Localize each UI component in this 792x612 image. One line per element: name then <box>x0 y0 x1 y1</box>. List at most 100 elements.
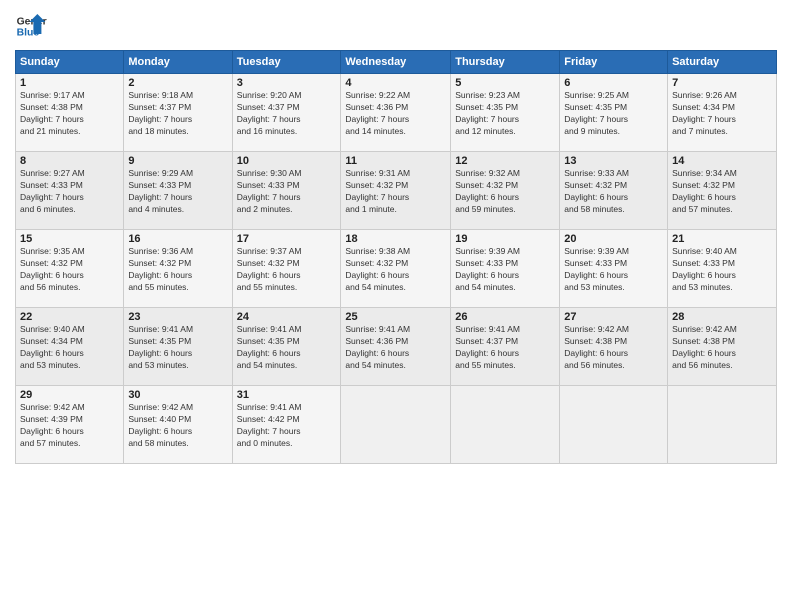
calendar-cell: 19Sunrise: 9:39 AMSunset: 4:33 PMDayligh… <box>451 230 560 308</box>
calendar-cell: 5Sunrise: 9:23 AMSunset: 4:35 PMDaylight… <box>451 74 560 152</box>
weekday-monday: Monday <box>124 51 232 74</box>
day-info: Sunrise: 9:31 AMSunset: 4:32 PMDaylight:… <box>345 168 446 216</box>
calendar-cell: 21Sunrise: 9:40 AMSunset: 4:33 PMDayligh… <box>668 230 777 308</box>
day-number: 31 <box>237 389 337 401</box>
day-info: Sunrise: 9:23 AMSunset: 4:35 PMDaylight:… <box>455 90 555 138</box>
day-number: 5 <box>455 77 555 89</box>
calendar-cell: 23Sunrise: 9:41 AMSunset: 4:35 PMDayligh… <box>124 308 232 386</box>
day-info: Sunrise: 9:38 AMSunset: 4:32 PMDaylight:… <box>345 246 446 294</box>
calendar-cell: 30Sunrise: 9:42 AMSunset: 4:40 PMDayligh… <box>124 386 232 464</box>
calendar-cell: 26Sunrise: 9:41 AMSunset: 4:37 PMDayligh… <box>451 308 560 386</box>
day-number: 25 <box>345 311 446 323</box>
calendar-week-2: 8Sunrise: 9:27 AMSunset: 4:33 PMDaylight… <box>16 152 777 230</box>
day-info: Sunrise: 9:40 AMSunset: 4:33 PMDaylight:… <box>672 246 772 294</box>
calendar-cell: 17Sunrise: 9:37 AMSunset: 4:32 PMDayligh… <box>232 230 341 308</box>
calendar-week-3: 15Sunrise: 9:35 AMSunset: 4:32 PMDayligh… <box>16 230 777 308</box>
calendar-cell: 18Sunrise: 9:38 AMSunset: 4:32 PMDayligh… <box>341 230 451 308</box>
calendar-cell: 14Sunrise: 9:34 AMSunset: 4:32 PMDayligh… <box>668 152 777 230</box>
day-number: 2 <box>128 77 227 89</box>
day-number: 14 <box>672 155 772 167</box>
calendar-cell: 1Sunrise: 9:17 AMSunset: 4:38 PMDaylight… <box>16 74 124 152</box>
calendar-cell: 8Sunrise: 9:27 AMSunset: 4:33 PMDaylight… <box>16 152 124 230</box>
day-number: 1 <box>20 77 119 89</box>
calendar-cell: 4Sunrise: 9:22 AMSunset: 4:36 PMDaylight… <box>341 74 451 152</box>
calendar-cell: 24Sunrise: 9:41 AMSunset: 4:35 PMDayligh… <box>232 308 341 386</box>
calendar-cell: 28Sunrise: 9:42 AMSunset: 4:38 PMDayligh… <box>668 308 777 386</box>
calendar-cell: 22Sunrise: 9:40 AMSunset: 4:34 PMDayligh… <box>16 308 124 386</box>
day-info: Sunrise: 9:22 AMSunset: 4:36 PMDaylight:… <box>345 90 446 138</box>
calendar-cell: 29Sunrise: 9:42 AMSunset: 4:39 PMDayligh… <box>16 386 124 464</box>
day-number: 17 <box>237 233 337 245</box>
day-number: 11 <box>345 155 446 167</box>
weekday-saturday: Saturday <box>668 51 777 74</box>
day-info: Sunrise: 9:37 AMSunset: 4:32 PMDaylight:… <box>237 246 337 294</box>
day-info: Sunrise: 9:33 AMSunset: 4:32 PMDaylight:… <box>564 168 663 216</box>
calendar-cell: 7Sunrise: 9:26 AMSunset: 4:34 PMDaylight… <box>668 74 777 152</box>
day-number: 20 <box>564 233 663 245</box>
day-number: 10 <box>237 155 337 167</box>
day-info: Sunrise: 9:27 AMSunset: 4:33 PMDaylight:… <box>20 168 119 216</box>
day-number: 4 <box>345 77 446 89</box>
calendar-cell: 9Sunrise: 9:29 AMSunset: 4:33 PMDaylight… <box>124 152 232 230</box>
day-info: Sunrise: 9:42 AMSunset: 4:39 PMDaylight:… <box>20 402 119 450</box>
calendar-cell <box>668 386 777 464</box>
day-number: 22 <box>20 311 119 323</box>
day-number: 18 <box>345 233 446 245</box>
day-info: Sunrise: 9:17 AMSunset: 4:38 PMDaylight:… <box>20 90 119 138</box>
day-number: 30 <box>128 389 227 401</box>
calendar-cell: 13Sunrise: 9:33 AMSunset: 4:32 PMDayligh… <box>560 152 668 230</box>
calendar-cell: 11Sunrise: 9:31 AMSunset: 4:32 PMDayligh… <box>341 152 451 230</box>
day-info: Sunrise: 9:20 AMSunset: 4:37 PMDaylight:… <box>237 90 337 138</box>
day-number: 16 <box>128 233 227 245</box>
day-number: 27 <box>564 311 663 323</box>
day-number: 24 <box>237 311 337 323</box>
calendar-cell: 12Sunrise: 9:32 AMSunset: 4:32 PMDayligh… <box>451 152 560 230</box>
day-info: Sunrise: 9:41 AMSunset: 4:35 PMDaylight:… <box>237 324 337 372</box>
weekday-tuesday: Tuesday <box>232 51 341 74</box>
day-info: Sunrise: 9:40 AMSunset: 4:34 PMDaylight:… <box>20 324 119 372</box>
day-number: 28 <box>672 311 772 323</box>
day-info: Sunrise: 9:42 AMSunset: 4:40 PMDaylight:… <box>128 402 227 450</box>
day-number: 6 <box>564 77 663 89</box>
calendar-cell: 16Sunrise: 9:36 AMSunset: 4:32 PMDayligh… <box>124 230 232 308</box>
day-info: Sunrise: 9:39 AMSunset: 4:33 PMDaylight:… <box>564 246 663 294</box>
calendar-cell <box>341 386 451 464</box>
calendar-week-4: 22Sunrise: 9:40 AMSunset: 4:34 PMDayligh… <box>16 308 777 386</box>
calendar-cell: 3Sunrise: 9:20 AMSunset: 4:37 PMDaylight… <box>232 74 341 152</box>
weekday-header-row: SundayMondayTuesdayWednesdayThursdayFrid… <box>16 51 777 74</box>
logo-icon: General Blue <box>15 10 47 42</box>
page-header: General Blue <box>15 10 777 42</box>
day-number: 9 <box>128 155 227 167</box>
day-number: 3 <box>237 77 337 89</box>
day-number: 12 <box>455 155 555 167</box>
day-info: Sunrise: 9:25 AMSunset: 4:35 PMDaylight:… <box>564 90 663 138</box>
day-info: Sunrise: 9:32 AMSunset: 4:32 PMDaylight:… <box>455 168 555 216</box>
day-number: 15 <box>20 233 119 245</box>
day-info: Sunrise: 9:18 AMSunset: 4:37 PMDaylight:… <box>128 90 227 138</box>
logo: General Blue <box>15 10 47 42</box>
day-number: 8 <box>20 155 119 167</box>
day-info: Sunrise: 9:34 AMSunset: 4:32 PMDaylight:… <box>672 168 772 216</box>
day-number: 26 <box>455 311 555 323</box>
calendar-cell: 31Sunrise: 9:41 AMSunset: 4:42 PMDayligh… <box>232 386 341 464</box>
day-info: Sunrise: 9:36 AMSunset: 4:32 PMDaylight:… <box>128 246 227 294</box>
calendar-cell <box>451 386 560 464</box>
day-number: 29 <box>20 389 119 401</box>
day-number: 13 <box>564 155 663 167</box>
calendar-cell: 27Sunrise: 9:42 AMSunset: 4:38 PMDayligh… <box>560 308 668 386</box>
calendar-week-1: 1Sunrise: 9:17 AMSunset: 4:38 PMDaylight… <box>16 74 777 152</box>
calendar-cell: 25Sunrise: 9:41 AMSunset: 4:36 PMDayligh… <box>341 308 451 386</box>
calendar-cell <box>560 386 668 464</box>
day-info: Sunrise: 9:41 AMSunset: 4:42 PMDaylight:… <box>237 402 337 450</box>
day-number: 19 <box>455 233 555 245</box>
weekday-wednesday: Wednesday <box>341 51 451 74</box>
weekday-sunday: Sunday <box>16 51 124 74</box>
calendar-cell: 20Sunrise: 9:39 AMSunset: 4:33 PMDayligh… <box>560 230 668 308</box>
day-info: Sunrise: 9:29 AMSunset: 4:33 PMDaylight:… <box>128 168 227 216</box>
day-info: Sunrise: 9:39 AMSunset: 4:33 PMDaylight:… <box>455 246 555 294</box>
day-info: Sunrise: 9:26 AMSunset: 4:34 PMDaylight:… <box>672 90 772 138</box>
day-info: Sunrise: 9:41 AMSunset: 4:36 PMDaylight:… <box>345 324 446 372</box>
day-info: Sunrise: 9:30 AMSunset: 4:33 PMDaylight:… <box>237 168 337 216</box>
day-info: Sunrise: 9:35 AMSunset: 4:32 PMDaylight:… <box>20 246 119 294</box>
day-number: 23 <box>128 311 227 323</box>
